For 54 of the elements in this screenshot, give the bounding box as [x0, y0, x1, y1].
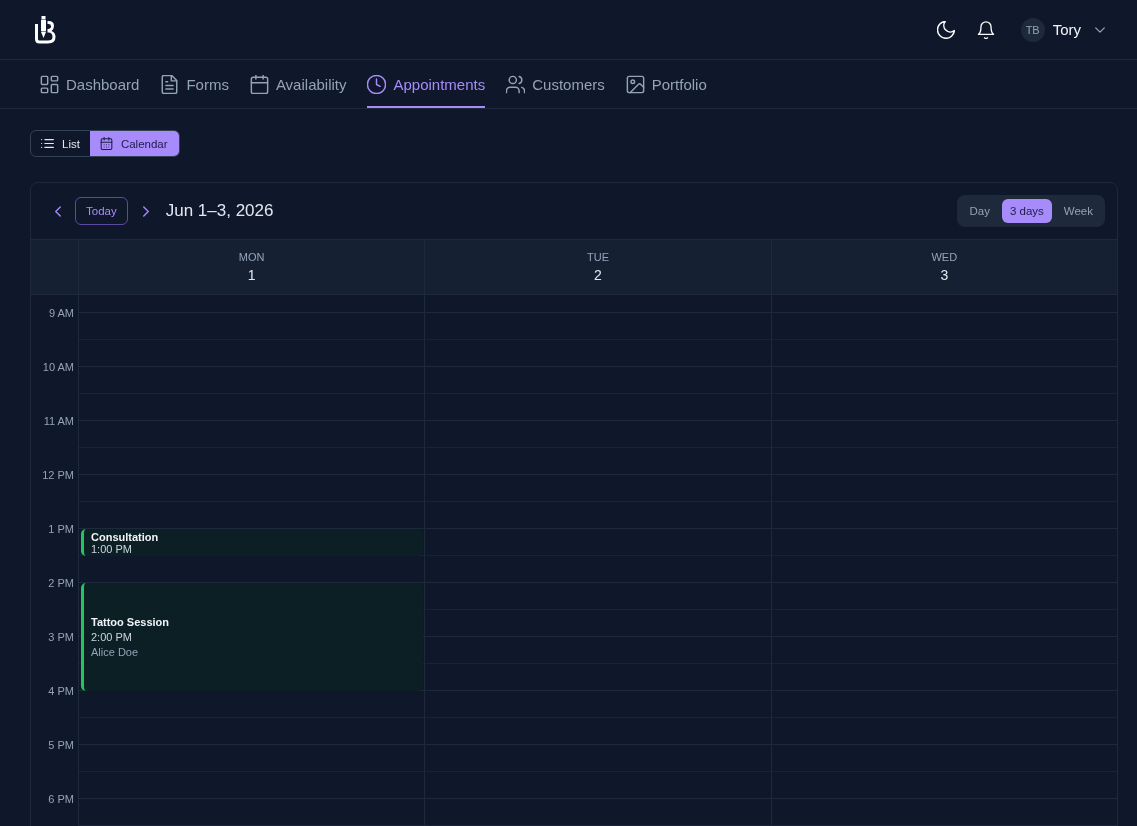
- weekday-label: TUE: [587, 251, 609, 263]
- logo-icon: [32, 14, 58, 45]
- list-icon: [41, 137, 54, 150]
- grid-icon: [40, 74, 59, 94]
- nav-tab[interactable]: Portfolio: [625, 60, 707, 108]
- nav-tab[interactable]: Forms: [160, 60, 229, 108]
- bell-icon: [976, 20, 995, 39]
- view-option-button[interactable]: List: [31, 131, 90, 156]
- date-label: 2: [594, 267, 602, 283]
- nav-tab[interactable]: Customers: [506, 60, 605, 108]
- time-label: 12 PM: [42, 468, 74, 482]
- range-option-button[interactable]: Day: [961, 199, 998, 223]
- users-icon: [506, 74, 526, 94]
- calendar-icon: [249, 74, 269, 94]
- time-label: 2 PM: [48, 576, 74, 590]
- time-label: 6 PM: [48, 792, 74, 806]
- appointment-customer: Alice Doe: [91, 646, 140, 658]
- appointment-time: 2:00 PM: [91, 631, 133, 643]
- weekday-label: WED: [931, 251, 958, 263]
- range-option-button[interactable]: 3 days: [1001, 199, 1052, 223]
- chevron-down-icon: [1095, 26, 1105, 33]
- appointment-time: 1:00 PM: [91, 542, 133, 555]
- time-label: 9 AM: [48, 306, 74, 320]
- chevron-left-icon: [55, 205, 61, 217]
- calendar-icon: [99, 137, 113, 150]
- appointment-title: Tattoo Session: [91, 616, 171, 628]
- time-label: 1 PM: [48, 522, 74, 536]
- nav-tab[interactable]: Appointments: [367, 60, 486, 108]
- nav-tab[interactable]: Availability: [249, 60, 347, 108]
- time-label: 11 AM: [43, 414, 74, 428]
- view-option-button[interactable]: Calendar: [89, 131, 179, 156]
- notifications-button[interactable]: [976, 20, 995, 39]
- document-icon: [160, 74, 180, 94]
- theme-toggle-button[interactable]: [936, 20, 955, 39]
- nav-tab[interactable]: Dashboard: [40, 60, 140, 108]
- time-label: 5 PM: [48, 738, 74, 752]
- time-label: 4 PM: [48, 684, 74, 698]
- appointment-title: Consultation: [91, 530, 160, 543]
- today-button[interactable]: Today: [75, 197, 128, 225]
- user-menu-button[interactable]: TB Tory: [1020, 17, 1105, 42]
- user-avatar: TB: [1020, 17, 1045, 42]
- date-label: 1: [247, 267, 256, 283]
- image-icon: [625, 74, 645, 94]
- date-range-title: Jun 1–3, 2026: [165, 201, 274, 221]
- range-option-button[interactable]: Week: [1055, 199, 1101, 223]
- weekday-label: MON: [238, 251, 265, 263]
- appointment-block[interactable]: Consultation 1:00 PM: [81, 529, 424, 556]
- clock-icon: [367, 74, 387, 94]
- moon-icon: [936, 20, 955, 39]
- appointment-block[interactable]: Tattoo Session 2:00 PM Alice Doe: [81, 583, 424, 691]
- time-label: 3 PM: [48, 630, 74, 644]
- time-label: 10 AM: [42, 360, 74, 374]
- chevron-right-icon: [142, 205, 149, 217]
- date-label: 3: [940, 267, 949, 283]
